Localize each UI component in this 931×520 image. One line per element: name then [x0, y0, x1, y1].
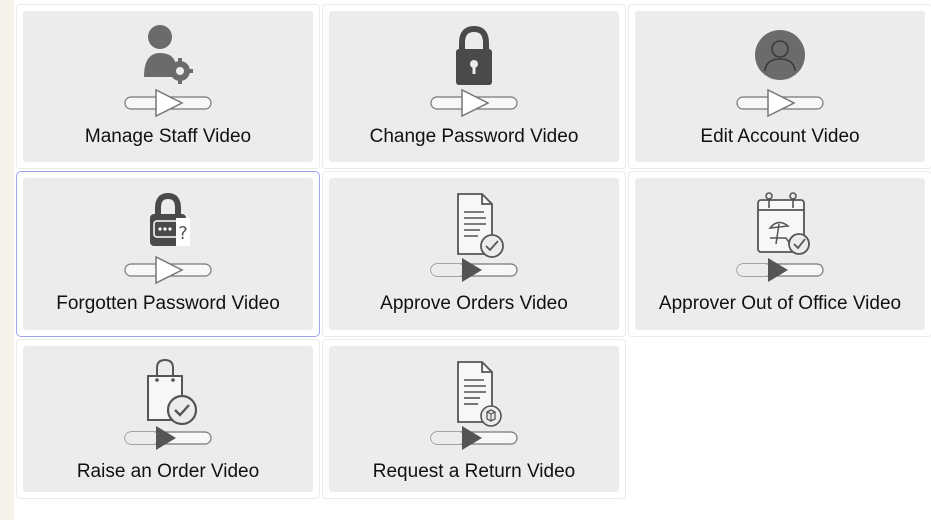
video-grid: Manage Staff Video Change Password Video [16, 4, 931, 499]
play-button-icon[interactable] [424, 88, 524, 118]
video-tile-approve-orders[interactable]: Approve Orders Video [322, 171, 626, 337]
video-card[interactable]: Raise an Order Video [23, 346, 313, 492]
video-title: Edit Account Video [700, 126, 860, 147]
play-button-icon[interactable] [730, 88, 830, 118]
video-tile-request-a-return[interactable]: Request a Return Video [322, 339, 626, 499]
video-tile-forgotten-password[interactable]: ? Forgotten Password Video [16, 171, 320, 337]
video-title: Raise an Order Video [76, 461, 260, 482]
video-card[interactable]: Change Password Video [329, 11, 619, 162]
video-title: Manage Staff Video [84, 126, 252, 147]
play-button-icon[interactable] [118, 423, 218, 453]
video-tile-approver-out-of-office[interactable]: Approver Out of Office Video [628, 171, 931, 337]
video-card[interactable]: Manage Staff Video [23, 11, 313, 162]
play-button-icon[interactable] [118, 255, 218, 285]
video-title: Approve Orders Video [380, 293, 568, 314]
video-tile-edit-account[interactable]: Edit Account Video [628, 4, 931, 169]
video-card[interactable]: Request a Return Video [329, 346, 619, 492]
play-button-icon[interactable] [730, 255, 830, 285]
play-button-icon[interactable] [424, 255, 524, 285]
video-card[interactable]: ? Forgotten Password Video [23, 178, 313, 330]
video-title: Approver Out of Office Video [658, 293, 902, 314]
play-button-icon[interactable] [424, 423, 524, 453]
video-tile-manage-staff[interactable]: Manage Staff Video [16, 4, 320, 169]
empty-grid-slot [628, 339, 931, 499]
video-title: Forgotten Password Video [56, 293, 280, 314]
video-tile-change-password[interactable]: Change Password Video [322, 4, 626, 169]
video-tile-raise-an-order[interactable]: Raise an Order Video [16, 339, 320, 499]
svg-text:?: ? [178, 223, 188, 244]
video-card[interactable]: Approver Out of Office Video [635, 178, 925, 330]
video-title: Request a Return Video [372, 461, 576, 482]
video-card[interactable]: Approve Orders Video [329, 178, 619, 330]
video-title: Change Password Video [369, 126, 579, 147]
play-button-icon[interactable] [118, 88, 218, 118]
video-card[interactable]: Edit Account Video [635, 11, 925, 162]
